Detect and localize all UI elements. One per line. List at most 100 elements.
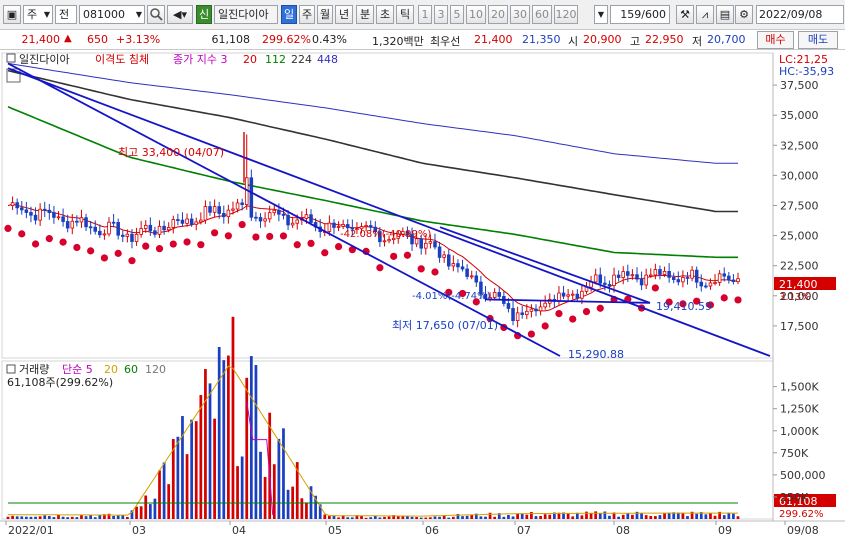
candle-body: [75, 220, 79, 223]
range-60[interactable]: 60: [532, 5, 552, 24]
price-tick-label: 17,500: [780, 320, 819, 333]
candle-settings-icon[interactable]: ⚒: [676, 5, 694, 24]
candle-body: [433, 241, 437, 248]
candle-body: [451, 263, 456, 267]
candle-body: [143, 224, 148, 229]
range-5[interactable]: 5: [450, 5, 464, 24]
volume-bar: [548, 514, 552, 519]
volume-bar: [98, 515, 102, 519]
volume-bar: [20, 516, 24, 519]
range-10[interactable]: 10: [466, 5, 486, 24]
volume-bar: [112, 515, 115, 519]
volume-bar: [713, 515, 717, 519]
volume-pct: 299.62%: [262, 33, 311, 46]
volume-bar: [158, 470, 161, 519]
search-icon[interactable]: [147, 5, 165, 24]
volume-bar: [378, 517, 382, 519]
tab-tick[interactable]: 틱: [396, 5, 414, 24]
save-icon[interactable]: ▤: [716, 5, 734, 24]
signal-dot: [417, 265, 425, 273]
tab-minute[interactable]: 분: [356, 5, 374, 24]
volume-bar: [364, 517, 368, 519]
volume-bar: [24, 516, 28, 519]
volume-tick-label: 1,250K: [780, 403, 819, 416]
candle-body: [428, 241, 433, 244]
tab-week[interactable]: 주: [299, 5, 315, 24]
volume-bar: [263, 476, 267, 519]
legend-disparity: 이격도 침체: [95, 53, 149, 66]
volume-bar: [34, 516, 37, 519]
trend-draw-icon[interactable]: ⩘: [696, 5, 714, 24]
candle-body: [258, 217, 263, 222]
current-volume-pct-text: 299.62%: [779, 509, 824, 520]
volume-bar: [465, 515, 469, 519]
volume-bar: [346, 517, 350, 519]
volume-bar: [608, 515, 611, 519]
range-30[interactable]: 30: [510, 5, 530, 24]
tab-year[interactable]: 년: [335, 5, 353, 24]
candle-body: [162, 225, 166, 231]
volume-bar: [300, 498, 304, 519]
date-input[interactable]: 2022/09/08: [756, 5, 844, 24]
volume-bar: [38, 516, 42, 519]
range-3[interactable]: 3: [434, 5, 448, 24]
volume-bar: [208, 383, 212, 519]
candle-body: [24, 209, 29, 213]
price-tick-label: 25,000: [780, 230, 819, 243]
bar-count[interactable]: 159/600: [610, 5, 670, 24]
chevron-down-icon[interactable]: ▼: [594, 5, 608, 24]
signal-dot: [211, 229, 219, 237]
candle-body: [235, 202, 240, 210]
stock-code-input[interactable]: 081000 ▼: [79, 5, 145, 24]
market-select[interactable]: 주 ▼: [23, 5, 53, 24]
gear-icon[interactable]: ⚙: [735, 5, 753, 24]
candle-body: [731, 279, 736, 283]
candle-body: [332, 222, 336, 228]
candle-body: [171, 219, 176, 228]
range-120[interactable]: 120: [554, 5, 578, 24]
candle-body: [593, 274, 598, 283]
volume-bar: [337, 517, 340, 519]
candle-body: [226, 209, 231, 218]
volume-bar: [185, 454, 189, 519]
volume-value: 61,108: [211, 33, 251, 46]
period-type-select[interactable]: 전: [55, 5, 77, 24]
candle-body: [566, 294, 570, 297]
candle-body: [368, 225, 373, 228]
range-1[interactable]: 1: [418, 5, 432, 24]
signal-dot: [169, 240, 177, 248]
volume-bar: [681, 512, 685, 519]
candle-body: [520, 312, 524, 315]
candle-body: [529, 308, 534, 312]
candle-body: [217, 206, 221, 214]
stock-chart[interactable]: 일진다이아 이격도 침체 종가 지수 3 20 112 224 448 LC:2…: [0, 51, 845, 538]
speaker-icon[interactable]: ◀▾: [167, 5, 193, 24]
tab-second[interactable]: 초: [376, 5, 394, 24]
candle-body: [272, 209, 277, 214]
volume-bar: [438, 516, 441, 519]
candle-body: [704, 285, 708, 288]
candle-body: [419, 238, 423, 249]
volume-bar: [190, 419, 194, 519]
volume-bar: [11, 515, 14, 519]
candle-body: [208, 206, 212, 213]
candle-body: [437, 246, 442, 258]
window-icon[interactable]: ▣: [3, 5, 21, 24]
volume-bar: [181, 416, 184, 519]
candle-body: [570, 293, 575, 296]
signal-dot: [596, 304, 604, 312]
volume-bar: [461, 516, 464, 519]
volume-bar: [644, 515, 648, 519]
tab-month[interactable]: 월: [317, 5, 333, 24]
buy-button[interactable]: 매수: [757, 31, 794, 49]
candle-body: [341, 224, 345, 227]
volume-bar: [525, 514, 529, 519]
volume-bar: [70, 516, 74, 519]
candle-body: [134, 233, 139, 242]
volume-bar: [534, 516, 538, 519]
volume-bar: [493, 516, 497, 519]
tab-day[interactable]: 일: [281, 5, 297, 24]
signal-dot: [155, 245, 164, 253]
range-20[interactable]: 20: [488, 5, 508, 24]
sell-button[interactable]: 매도: [798, 31, 838, 49]
